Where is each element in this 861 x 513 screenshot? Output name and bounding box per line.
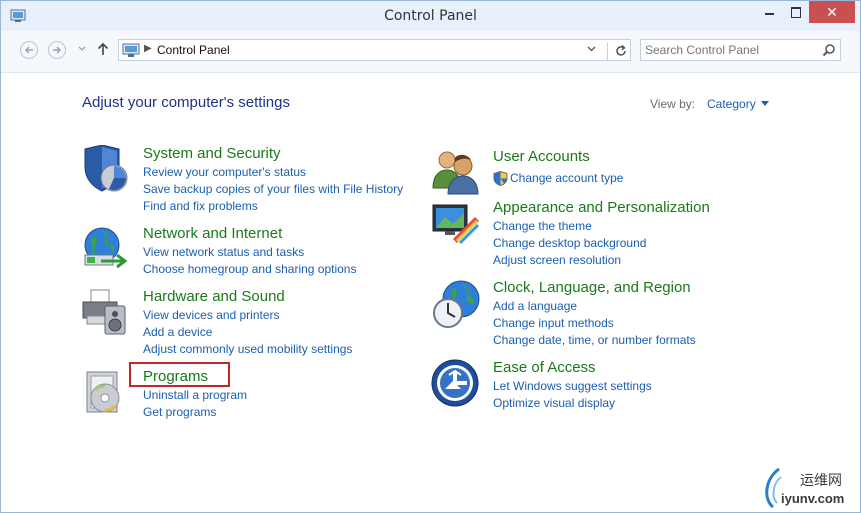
change-account-type-label: Change account type (510, 171, 624, 185)
search-box[interactable] (640, 39, 841, 61)
user-accounts-link[interactable]: User Accounts (493, 148, 590, 165)
users-icon[interactable] (431, 148, 481, 198)
recent-locations-dropdown-icon[interactable] (78, 46, 86, 52)
add-language-link[interactable]: Add a language (493, 298, 696, 315)
input-methods-link[interactable]: Change input methods (493, 315, 696, 332)
maximize-icon (791, 7, 801, 18)
appearance-personalization-link[interactable]: Appearance and Personalization (493, 199, 710, 216)
screen-resolution-link[interactable]: Adjust screen resolution (493, 252, 646, 269)
control-panel-window: Control Panel ✕ ▶ Control Panel Search C… (0, 0, 861, 513)
close-icon: ✕ (826, 4, 838, 20)
clock-globe-icon[interactable] (431, 279, 481, 329)
file-history-link[interactable]: Save backup copies of your files with Fi… (143, 181, 403, 198)
view-by-caret-icon[interactable] (761, 101, 769, 106)
view-by-dropdown[interactable]: Category (707, 97, 756, 111)
optimize-visual-display-link[interactable]: Optimize visual display (493, 395, 652, 412)
back-arrow-icon (24, 46, 33, 54)
monitor-palette-icon[interactable] (431, 199, 481, 249)
ease-of-access-icon[interactable] (431, 359, 481, 409)
mobility-settings-link[interactable]: Adjust commonly used mobility settings (143, 341, 352, 358)
printer-speaker-icon[interactable] (81, 288, 131, 338)
system-and-security-link[interactable]: System and Security (143, 145, 281, 162)
breadcrumb-chevron-icon[interactable]: ▶ (144, 43, 152, 54)
change-account-type-link[interactable]: Change account type (493, 170, 623, 187)
refresh-icon (616, 44, 626, 56)
homegroup-sharing-link[interactable]: Choose homegroup and sharing options (143, 261, 356, 278)
forward-arrow-icon (53, 46, 62, 54)
maximize-button[interactable] (783, 1, 810, 23)
network-globe-icon[interactable] (81, 225, 131, 275)
uac-shield-icon (493, 171, 508, 186)
shield-icon[interactable] (81, 145, 131, 195)
ease-of-access-link[interactable]: Ease of Access (493, 359, 596, 376)
review-status-link[interactable]: Review your computer's status (143, 164, 403, 181)
programs-disc-icon[interactable] (81, 368, 131, 418)
navigation-bar: ▶ Control Panel (1, 31, 860, 73)
devices-printers-link[interactable]: View devices and printers (143, 307, 352, 324)
desktop-background-link[interactable]: Change desktop background (493, 235, 646, 252)
refresh-button[interactable] (607, 42, 632, 60)
get-programs-link[interactable]: Get programs (143, 404, 247, 421)
change-theme-link[interactable]: Change the theme (493, 218, 646, 235)
network-and-internet-link[interactable]: Network and Internet (143, 225, 282, 242)
address-bar[interactable]: ▶ Control Panel (118, 39, 631, 61)
page-title: Adjust your computer's settings (82, 94, 290, 111)
address-dropdown-icon[interactable] (587, 46, 596, 52)
breadcrumb[interactable]: Control Panel (157, 43, 230, 57)
search-input[interactable] (645, 42, 815, 58)
view-by-label: View by: (650, 97, 696, 111)
forward-button[interactable] (48, 41, 66, 59)
watermark-text: 运维网 (800, 473, 842, 489)
control-panel-icon (122, 43, 140, 57)
programs-highlight (129, 362, 230, 387)
back-button[interactable] (20, 41, 38, 59)
add-device-link[interactable]: Add a device (143, 324, 352, 341)
minimize-icon (765, 13, 774, 15)
clock-language-region-link[interactable]: Clock, Language, and Region (493, 279, 691, 296)
hardware-and-sound-link[interactable]: Hardware and Sound (143, 288, 285, 305)
minimize-button[interactable] (756, 1, 783, 23)
windows-suggest-settings-link[interactable]: Let Windows suggest settings (493, 378, 652, 395)
find-fix-problems-link[interactable]: Find and fix problems (143, 198, 403, 215)
close-button[interactable]: ✕ (809, 1, 855, 23)
watermark-url: iyunv.com (781, 491, 845, 506)
uninstall-program-link[interactable]: Uninstall a program (143, 387, 247, 404)
date-time-formats-link[interactable]: Change date, time, or number formats (493, 332, 696, 349)
title-bar[interactable]: Control Panel ✕ (1, 1, 860, 31)
search-icon[interactable] (822, 43, 836, 57)
up-arrow-icon[interactable] (97, 42, 109, 56)
window-title: Control Panel (384, 8, 477, 24)
network-status-link[interactable]: View network status and tasks (143, 244, 356, 261)
